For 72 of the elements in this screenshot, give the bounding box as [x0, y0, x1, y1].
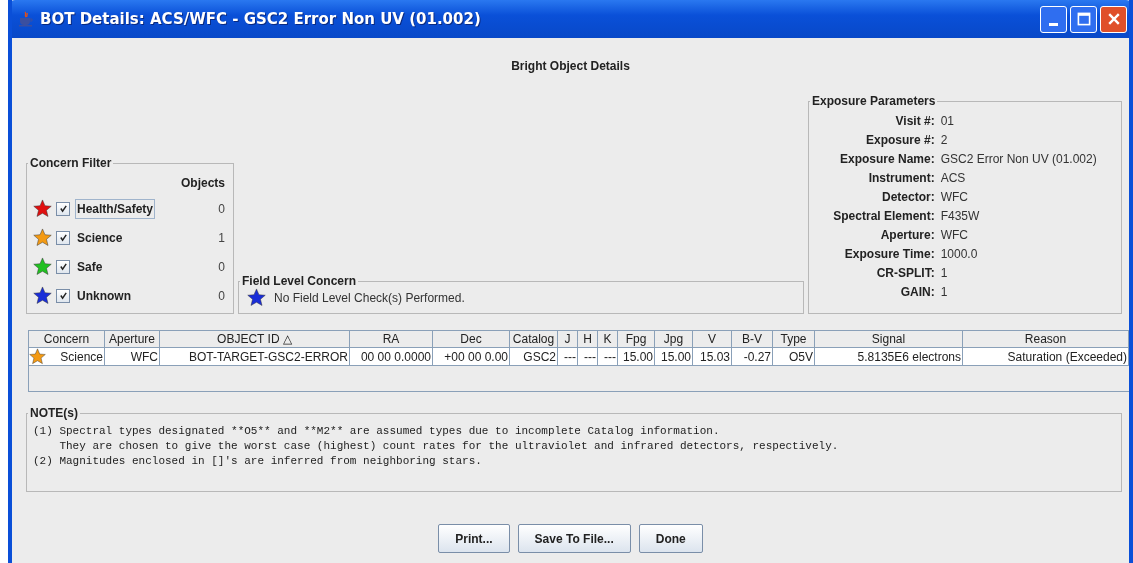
- maximize-icon: [1075, 11, 1092, 27]
- field-value: 2: [940, 133, 949, 147]
- field-value: 01: [940, 114, 955, 128]
- coffee-cup-icon: [18, 11, 34, 27]
- object-count: 0: [218, 288, 226, 303]
- table-cell: 00 00 0.0000: [360, 349, 431, 364]
- field-value: GSC2 Error Non UV (01.002): [940, 152, 1098, 166]
- note-text: (1) Spectral types designated **O5** and **M2** are assumed types due to incomplete Catalog information.: [33, 425, 720, 437]
- checkbox-label[interactable]: Health/Safety: [75, 198, 156, 219]
- table-cell: 15.03: [699, 349, 730, 364]
- group-title: NOTE(s): [29, 406, 79, 420]
- table-cell: Saturation (Exceeded): [1007, 349, 1127, 364]
- field-value: 1: [940, 266, 949, 280]
- group-title: Field Level Concern: [241, 274, 358, 288]
- table-cell: BOT-TARGET-GSC2-ERROR: [188, 349, 348, 364]
- checkbox-label[interactable]: Science: [75, 227, 125, 248]
- object-count: 0: [218, 259, 226, 274]
- table-cell: O5V: [789, 349, 813, 364]
- object-count: 1: [218, 230, 226, 245]
- checkbox[interactable]: [56, 259, 70, 274]
- checkbox[interactable]: [56, 288, 70, 303]
- field-value: 1: [940, 285, 949, 299]
- table-cell: 5.8135E6 electrons: [857, 349, 961, 364]
- dialog-button[interactable]: Print...: [438, 524, 510, 553]
- check-icon: [58, 233, 68, 242]
- table-cell: GSC2: [523, 349, 556, 364]
- status-message: No Field Level Check(s) Performed.: [274, 290, 465, 305]
- field-label: Instrument:: [867, 171, 935, 185]
- field-label: Detector:: [880, 190, 935, 204]
- minimize-icon: [1049, 22, 1058, 26]
- field-label: Exposure Name:: [838, 152, 935, 166]
- field-label: GAIN:: [899, 285, 935, 299]
- check-icon: [58, 262, 68, 271]
- group-title: Concern Filter: [29, 156, 113, 170]
- checkbox-label[interactable]: Unknown: [75, 285, 133, 306]
- checkbox[interactable]: [56, 201, 70, 216]
- field-label: Spectral Element:: [832, 209, 935, 223]
- field-value: WFC: [940, 228, 969, 242]
- field-label: Visit #:: [894, 114, 935, 128]
- field-value: WFC: [940, 190, 969, 204]
- field-value: F435W: [940, 209, 981, 223]
- field-label: CR-SPLIT:: [875, 266, 935, 280]
- field-value: ACS: [940, 171, 967, 185]
- checkbox-label[interactable]: Safe: [75, 256, 105, 277]
- close-button[interactable]: [1100, 5, 1127, 33]
- table-cell: 15.00: [622, 349, 653, 364]
- object-count: 0: [218, 201, 226, 216]
- dialog-button[interactable]: Save To File...: [517, 524, 631, 553]
- column-header: Objects: [181, 176, 225, 190]
- table-cell: WFC: [130, 349, 158, 364]
- note-text: (2) Magnitudes enclosed in []'s are inferred from neighboring stars.: [33, 455, 482, 467]
- check-icon: [58, 204, 68, 213]
- table-cell: +00 00 0.00: [444, 349, 508, 364]
- dialog-button[interactable]: Done: [638, 524, 703, 553]
- table-cell: Science: [60, 349, 103, 364]
- table-cell: ---: [584, 349, 596, 364]
- table-cell: -0.27: [743, 349, 771, 364]
- minimize-button[interactable]: [1040, 5, 1067, 33]
- dialog-heading: Bright Object Details: [510, 58, 631, 75]
- field-label: Exposure #:: [864, 133, 935, 147]
- field-label: Exposure Time:: [843, 247, 935, 261]
- table-cell: ---: [604, 349, 616, 364]
- checkbox[interactable]: [56, 230, 70, 245]
- table-cell: ---: [564, 349, 576, 364]
- note-text: They are chosen to give the worst case (highest) count rates for the ultraviolet and infrared detectors, respectively.: [58, 440, 839, 452]
- group-title: Exposure Parameters: [811, 94, 937, 108]
- field-value: 1000.0: [940, 247, 979, 261]
- check-icon: [58, 291, 68, 300]
- maximize-button[interactable]: [1070, 5, 1097, 33]
- table-cell: 15.00: [660, 349, 691, 364]
- window-title: BOT Details: ACS/WFC - GSC2 Error Non UV (01.002): [40, 10, 482, 28]
- field-label: Aperture:: [879, 228, 935, 242]
